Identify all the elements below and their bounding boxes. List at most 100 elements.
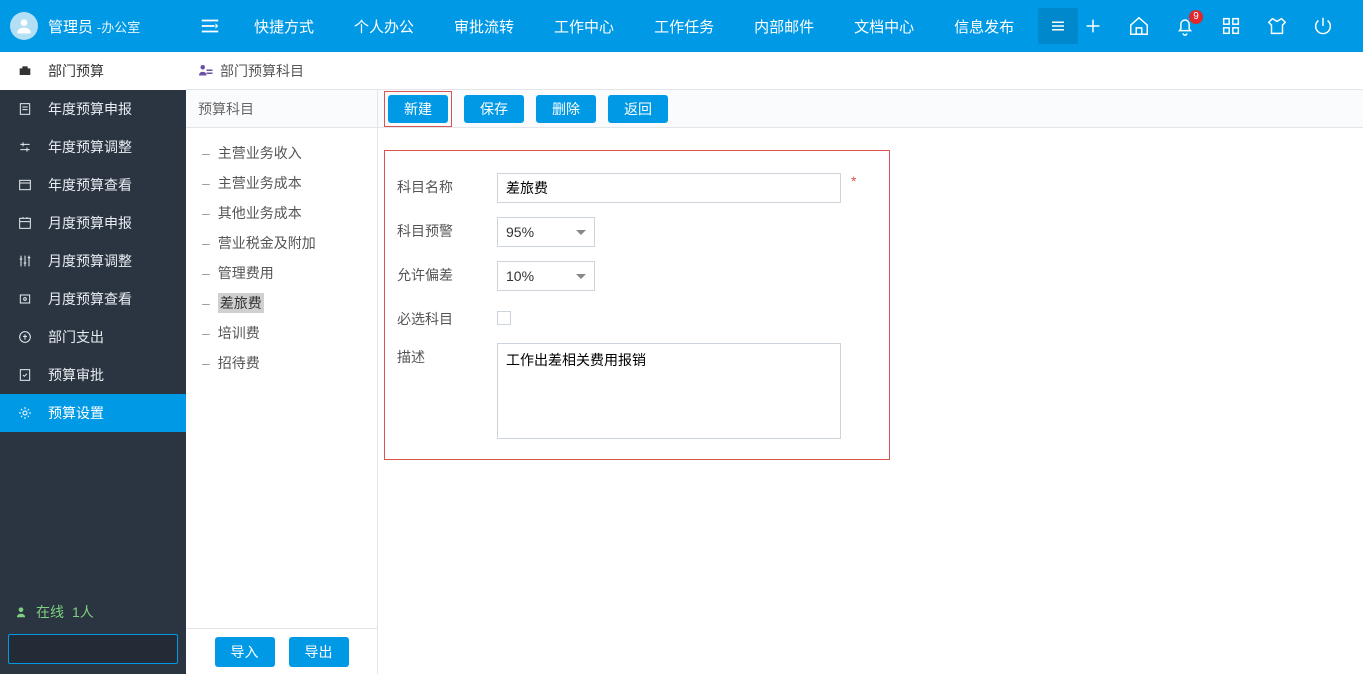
import-button[interactable]: 导入 (215, 637, 275, 667)
power-button[interactable] (1311, 14, 1335, 38)
subject-item[interactable]: –主营业务成本 (192, 168, 371, 198)
nav-shortcut[interactable]: 快捷方式 (234, 0, 334, 52)
user-block[interactable]: 管理员 -办公室 (0, 12, 186, 40)
sidebar-item-monthly-adjust[interactable]: 月度预算调整 (0, 242, 186, 280)
desc-textarea[interactable] (497, 343, 841, 439)
sidebar-item-budget-settings[interactable]: 预算设置 (0, 394, 186, 432)
delete-button[interactable]: 删除 (536, 95, 596, 123)
nav-personal[interactable]: 个人办公 (334, 0, 434, 52)
subject-label: 培训费 (218, 323, 260, 343)
name-input[interactable] (497, 173, 841, 203)
dash-icon: – (202, 175, 210, 191)
subject-label: 招待费 (218, 353, 260, 373)
plus-icon (1082, 15, 1104, 37)
sidebar-item-dept-expense[interactable]: 部门支出 (0, 318, 186, 356)
sidebar-item-annual-view[interactable]: 年度预算查看 (0, 166, 186, 204)
sliders-icon (16, 138, 34, 156)
nav-mail[interactable]: 内部邮件 (734, 0, 834, 52)
adjust-icon (16, 252, 34, 270)
sidebar-item-label: 月度预算查看 (48, 289, 132, 309)
dash-icon: – (202, 355, 210, 371)
label-warn: 科目预警 (397, 217, 497, 241)
dash-icon: – (202, 325, 210, 341)
user-name: 管理员 (48, 19, 93, 36)
page-icon (196, 62, 214, 80)
menu-toggle[interactable] (186, 0, 234, 52)
sidebar-item-label: 年度预算查看 (48, 175, 132, 195)
back-button[interactable]: 返回 (608, 95, 668, 123)
subject-label: 营业税金及附加 (218, 233, 316, 253)
tolerance-select[interactable]: 10% (497, 261, 595, 291)
nav-workcenter[interactable]: 工作中心 (534, 0, 634, 52)
sidebar-item-monthly-view[interactable]: 月度预算查看 (0, 280, 186, 318)
chevron-down-icon (576, 230, 586, 240)
online-status[interactable]: 在线 1人 (0, 596, 186, 634)
home-icon (1128, 15, 1150, 37)
settings-icon (16, 404, 34, 422)
dash-icon: – (202, 145, 210, 161)
add-button[interactable] (1081, 14, 1105, 38)
avatar (10, 12, 38, 40)
shirt-icon (1266, 15, 1288, 37)
eye-icon (16, 290, 34, 308)
subject-label: 差旅费 (218, 293, 264, 313)
subject-item[interactable]: –管理费用 (192, 258, 371, 288)
home-button[interactable] (1127, 14, 1151, 38)
user-dept: -办公室 (97, 20, 140, 35)
label-name: 科目名称 (397, 173, 497, 197)
apps-button[interactable] (1219, 14, 1243, 38)
theme-button[interactable] (1265, 14, 1289, 38)
subject-panel-title: 预算科目 (186, 90, 377, 128)
apps-icon (1220, 15, 1242, 37)
required-mark: * (851, 173, 856, 189)
power-icon (1312, 15, 1334, 37)
subject-item[interactable]: –营业税金及附加 (192, 228, 371, 258)
nav-tasks[interactable]: 工作任务 (634, 0, 734, 52)
export-button[interactable]: 导出 (289, 637, 349, 667)
form-panel: 科目名称 * 科目预警 95% 允许偏差 (384, 150, 890, 460)
dash-icon: – (202, 205, 210, 221)
sidebar-item-monthly-apply[interactable]: 月度预算申报 (0, 204, 186, 242)
user-icon (14, 16, 34, 36)
sidebar-item-label: 部门支出 (48, 327, 104, 347)
sidebar-item-label: 年度预算申报 (48, 99, 132, 119)
sidebar-item-label: 预算审批 (48, 365, 104, 385)
nav-approval[interactable]: 审批流转 (434, 0, 534, 52)
subject-item[interactable]: –主营业务收入 (192, 138, 371, 168)
view-icon (16, 176, 34, 194)
subject-item[interactable]: –差旅费 (192, 288, 371, 318)
sidebar-item-label: 预算设置 (48, 403, 104, 423)
toolbar: 新建 保存 删除 返回 (378, 90, 1363, 128)
subject-label: 主营业务收入 (218, 143, 302, 163)
notifications-button[interactable]: 9 (1173, 14, 1197, 38)
hamburger-icon (1049, 17, 1067, 35)
label-required: 必选科目 (397, 305, 497, 329)
nav-more-button[interactable] (1038, 8, 1078, 44)
subject-item[interactable]: –培训费 (192, 318, 371, 348)
required-checkbox[interactable] (497, 311, 511, 325)
subject-label: 主营业务成本 (218, 173, 302, 193)
save-button[interactable]: 保存 (464, 95, 524, 123)
subject-item[interactable]: –招待费 (192, 348, 371, 378)
new-button[interactable]: 新建 (388, 95, 448, 123)
warn-select[interactable]: 95% (497, 217, 595, 247)
tolerance-value: 10% (506, 268, 534, 284)
sidebar-item-label: 年度预算调整 (48, 137, 132, 157)
doc-icon (16, 100, 34, 118)
subject-panel: 预算科目 –主营业务收入–主营业务成本–其他业务成本–营业税金及附加–管理费用–… (186, 90, 378, 674)
subject-item[interactable]: –其他业务成本 (192, 198, 371, 228)
nav-docs[interactable]: 文档中心 (834, 0, 934, 52)
person-icon (14, 605, 28, 619)
top-icons: 9 (1081, 14, 1363, 38)
sidebar-item-annual-adjust[interactable]: 年度预算调整 (0, 128, 186, 166)
sidebar-search[interactable] (8, 634, 178, 664)
sidebar-item-annual-apply[interactable]: 年度预算申报 (0, 90, 186, 128)
search-input[interactable] (17, 642, 193, 657)
nav-news[interactable]: 信息发布 (934, 0, 1034, 52)
sidebar-item-budget-approve[interactable]: 预算审批 (0, 356, 186, 394)
sidebar-item-dept-budget[interactable]: 部门预算 (0, 52, 186, 90)
dash-icon: – (202, 235, 210, 251)
label-desc: 描述 (397, 343, 497, 367)
top-nav: 快捷方式 个人办公 审批流转 工作中心 工作任务 内部邮件 文档中心 信息发布 (234, 0, 1034, 52)
dash-icon: – (202, 265, 210, 281)
